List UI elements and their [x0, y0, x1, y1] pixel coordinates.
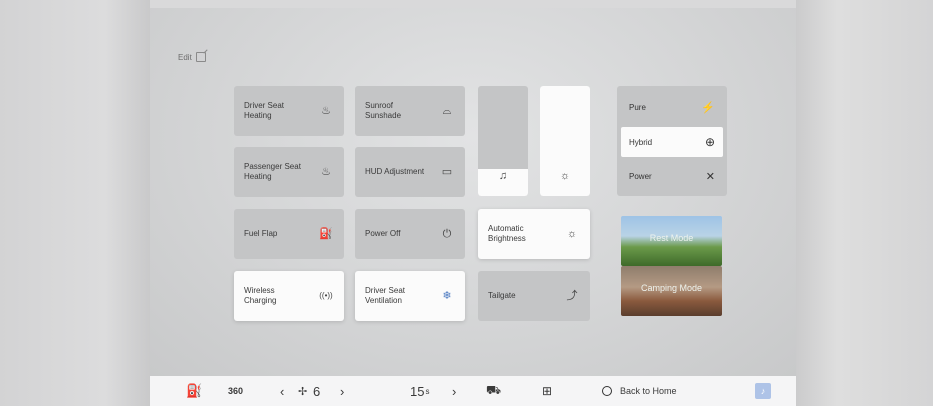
timer-next-button[interactable]: › [452, 376, 456, 406]
tile-label: Wireless Charging [244, 286, 277, 305]
camera-360-label: 360 [228, 386, 244, 396]
fan-decrease-button[interactable]: ‹ [280, 376, 284, 406]
tile-label: Automatic Brightness [488, 224, 526, 243]
timer-number: 15 [410, 383, 425, 399]
camera-360-button[interactable]: 360 [228, 376, 243, 406]
camping-mode-card[interactable]: Camping Mode [621, 266, 722, 316]
fuel-flap-icon: ⛽ [319, 228, 333, 240]
bolt-icon: ⚡ [701, 101, 715, 114]
sunroof-icon: ⌓ [442, 105, 452, 117]
music-button[interactable]: ♪ [755, 376, 771, 406]
edit-icon [195, 52, 206, 62]
brightness-slider[interactable]: ☼ [540, 86, 590, 196]
power-icon: ⏻ [442, 228, 452, 240]
left-margin [0, 0, 150, 406]
mode-label: Pure [629, 102, 646, 112]
bottom-bar: ⛽ 360 ‹ ✢ 6 › 15 s › ⛟ ⊞ Back to Home ♪ [150, 376, 796, 406]
scene-label: Camping Mode [640, 283, 703, 293]
tailgate-icon: ⤴ [566, 290, 578, 302]
tile-hud-adjustment[interactable]: HUD Adjustment ▭ [355, 147, 465, 197]
tile-wireless-charging[interactable]: Wireless Charging ((•)) [234, 271, 344, 321]
scene-label: Rest Mode [649, 233, 694, 243]
hybrid-icon: ⊕ [704, 135, 715, 149]
tile-automatic-brightness[interactable]: Automatic Brightness ☼ [478, 209, 590, 259]
tile-label: Power Off [365, 229, 401, 238]
mode-hybrid[interactable]: Hybrid ⊕ [621, 127, 723, 157]
tile-fuel-flap[interactable]: Fuel Flap ⛽ [234, 209, 344, 259]
tile-passenger-seat-heating[interactable]: Passenger Seat Heating ♨ [234, 147, 344, 197]
tile-driver-seat-heating[interactable]: Driver Seat Heating ♨ [234, 86, 344, 136]
tile-label: Driver Seat Ventilation [365, 286, 406, 305]
mode-label: Power [629, 171, 652, 181]
edit-label: Edit [178, 52, 192, 62]
tile-label: Driver Seat Heating [244, 101, 285, 120]
tile-label: Sunroof Sunshade [365, 101, 402, 120]
fan-icon: ✢ [298, 385, 308, 398]
car-icon[interactable]: ⛟ [486, 376, 501, 406]
sun-icon: ☼ [559, 170, 571, 182]
mode-power[interactable]: Power ✕ [621, 161, 723, 191]
hud-icon: ▭ [441, 166, 453, 178]
grid-menu-icon[interactable]: ⊞ [542, 376, 552, 406]
wireless-icon: ((•)) [319, 291, 333, 300]
music-note-icon: ♫ [498, 170, 508, 182]
home-circle-icon [602, 386, 612, 396]
tile-label: HUD Adjustment [365, 167, 425, 176]
mode-label: Hybrid [629, 137, 653, 147]
tile-driver-seat-ventilation[interactable]: Driver Seat Ventilation ❄ [355, 271, 465, 321]
volume-slider[interactable]: ♫ [478, 86, 528, 196]
edit-button[interactable]: Edit [178, 52, 206, 62]
mode-pure[interactable]: Pure ⚡ [621, 92, 723, 122]
right-margin [796, 0, 933, 406]
tile-label: Fuel Flap [244, 229, 278, 238]
power-mode-icon: ✕ [705, 170, 715, 183]
seat-heat-icon: ♨ [321, 105, 331, 117]
drive-mode-panel: Pure ⚡ Hybrid ⊕ Power ✕ [617, 86, 727, 196]
brightness-icon: ☼ [566, 228, 578, 240]
seat-vent-icon: ❄ [442, 290, 452, 302]
fan-increase-button[interactable]: › [340, 376, 344, 406]
fuel-flap-shortcut-icon[interactable]: ⛽ [186, 376, 202, 406]
passenger-seat-icon: ♨ [321, 166, 331, 178]
timer-value: 15 s [410, 376, 429, 406]
tile-tailgate[interactable]: Tailgate ⤴ [478, 271, 590, 321]
music-note-icon: ♪ [755, 383, 771, 399]
tile-power-off[interactable]: Power Off ⏻ [355, 209, 465, 259]
fan-level: 6 [313, 383, 321, 399]
back-to-home-button[interactable]: Back to Home [602, 376, 677, 406]
timer-unit: s [425, 386, 430, 396]
back-to-home-label: Back to Home [620, 386, 677, 396]
tile-label: Passenger Seat Heating [244, 162, 301, 181]
rest-mode-card[interactable]: Rest Mode [621, 216, 722, 266]
tile-label: Tailgate [488, 291, 516, 300]
tile-sunroof-sunshade[interactable]: Sunroof Sunshade ⌓ [355, 86, 465, 136]
